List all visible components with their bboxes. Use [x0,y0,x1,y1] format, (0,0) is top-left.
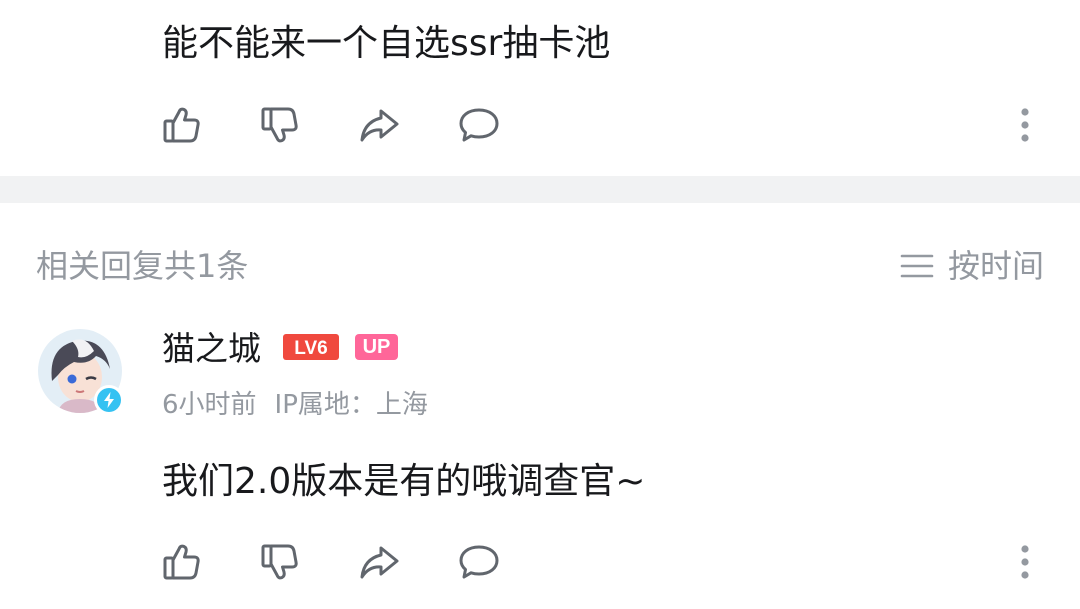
more-vertical-icon [1021,545,1029,579]
thumbs-down-icon [261,107,298,143]
sort-by-time-toggle[interactable]: 按时间 [900,244,1044,288]
like-button[interactable] [157,537,207,587]
section-divider [0,176,1080,203]
thumbs-down-icon [261,544,298,580]
more-vertical-icon [1021,108,1029,142]
ip-location: IP属地：上海 [274,390,428,420]
more-button[interactable] [1000,100,1050,150]
comment-icon [459,545,499,579]
comment-detail-page: 能不能来一个自选ssr抽卡池 相关回复共1条 按时间 猫之城 LV6 UP 6小… [0,0,1080,609]
reply-username[interactable]: 猫之城 [162,327,261,371]
reply-button[interactable] [454,537,504,587]
sort-label: 按时间 [947,247,1044,285]
reply-count-title: 相关回复共1条 [36,247,249,285]
level-badge-text: LV6 [294,338,327,359]
avatar[interactable] [38,329,124,415]
share-button[interactable] [354,537,404,587]
reply-meta: 6小时前 IP属地：上海 [162,388,428,422]
menu-lines-icon [900,254,934,278]
reply-actions [0,537,1080,587]
comment-icon [459,108,499,142]
reply-text: 我们2.0版本是有的哦调查官~ [162,461,646,502]
share-button[interactable] [354,100,404,150]
lightning-icon [97,388,121,412]
reply-button[interactable] [454,100,504,150]
more-button[interactable] [1000,537,1050,587]
like-button[interactable] [157,100,207,150]
thumbs-up-icon [163,107,200,143]
verified-badge [94,385,124,415]
share-icon [360,546,399,579]
level-badge: LV6 [283,334,339,364]
top-comment-actions [0,100,1080,150]
dislike-button[interactable] [255,537,305,587]
dislike-button[interactable] [255,100,305,150]
share-icon [360,109,399,142]
up-badge: UP [355,334,398,360]
thumbs-up-icon [163,544,200,580]
top-comment-text: 能不能来一个自选ssr抽卡池 [162,23,611,64]
reply-time: 6小时前 [162,390,257,420]
